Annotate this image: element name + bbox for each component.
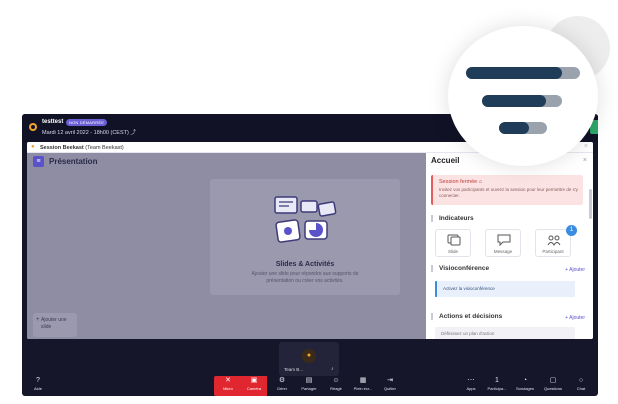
add-slide-label: Ajouter une slide bbox=[41, 317, 67, 330]
plus-icon: + bbox=[36, 317, 40, 323]
people-icon: 1 bbox=[495, 377, 499, 384]
mic-icon: ♪ bbox=[331, 366, 334, 372]
presentation-panel: ≡ Présentation Slides & Activités Ajoute… bbox=[27, 153, 426, 339]
slides-empty-card[interactable]: Slides & Activités Ajouter une slide pou… bbox=[210, 179, 400, 295]
toolbar-quit[interactable]: ⇥ Quitter bbox=[377, 376, 403, 396]
beekast-small-icon: ● bbox=[31, 144, 35, 150]
toolbar-fullscreen[interactable]: ▦ Plein écr... bbox=[350, 376, 376, 396]
add-action-link[interactable]: + Ajouter bbox=[565, 315, 585, 321]
slides-illustration-icon bbox=[274, 196, 337, 243]
help-icon: ? bbox=[36, 377, 40, 384]
share-icon: ▤ bbox=[305, 377, 313, 384]
collapse-icon[interactable]: × bbox=[583, 157, 587, 164]
toolbar-help[interactable]: ? Aide bbox=[25, 376, 51, 396]
hamburger-menu-bubble[interactable] bbox=[448, 26, 598, 166]
beekast-logo-icon bbox=[29, 123, 37, 131]
indicator-participant[interactable]: Participant bbox=[535, 229, 571, 257]
toolbar-questions[interactable]: ▢ Questions bbox=[540, 376, 566, 396]
avatar: ● bbox=[302, 349, 316, 363]
session-date[interactable]: Mardi 12 avril 2022 - 18h00 (CEST) ⤴ bbox=[42, 128, 136, 136]
status-badge: NON DÉMARRÉE bbox=[66, 118, 108, 126]
toolbar-share[interactable]: ▤ Partager bbox=[296, 376, 322, 396]
session-name: testtest bbox=[42, 119, 64, 125]
slides-card-description: Ajouter une slide pour répondre aux supp… bbox=[251, 271, 359, 284]
mic-off-icon: ✕ bbox=[225, 377, 231, 384]
actions-heading: Actions et décisions bbox=[431, 313, 502, 320]
presentation-title: Présentation bbox=[49, 157, 98, 166]
screenshot-stage: testtest NON DÉMARRÉE Mardi 12 avril 202… bbox=[0, 0, 618, 404]
menu-line bbox=[482, 95, 546, 107]
exit-icon: ⇥ bbox=[387, 377, 393, 384]
home-panel-title: Accueil bbox=[431, 156, 460, 165]
toolbar-chat[interactable]: ○ Chat bbox=[568, 376, 594, 396]
toolbar-participants[interactable]: 1 Participa... bbox=[484, 376, 510, 396]
home-panel: Accueil × Session fermée ⌂ Invitez vos p… bbox=[427, 153, 593, 339]
fullscreen-icon: ▦ bbox=[359, 377, 367, 384]
session-window-title: Session Beekast (Team Beekast) bbox=[40, 144, 124, 151]
camera-tile[interactable]: ● Team B... ♪ bbox=[279, 342, 339, 376]
emoji-icon: ☺ bbox=[332, 377, 340, 384]
add-slide-button[interactable]: + Ajouter une slide bbox=[33, 313, 77, 337]
bottom-toolbar: ? Aide ✕ Micro ▣ Caméra ⚙ Gérer ▤ Partag… bbox=[22, 376, 598, 396]
indicator-label: Message bbox=[493, 249, 513, 254]
slide-icon bbox=[447, 234, 461, 246]
participant-name: Team B... bbox=[284, 367, 304, 372]
toolbar-apps[interactable]: ⋯ Apps bbox=[458, 376, 484, 396]
enable-videoconference-button[interactable]: Activez la visioconférence bbox=[435, 281, 575, 297]
add-videoconference-link[interactable]: + Ajouter bbox=[565, 267, 585, 273]
close-icon[interactable]: × bbox=[584, 143, 588, 150]
chat-icon: ○ bbox=[578, 377, 584, 384]
panel-scrollbar[interactable] bbox=[589, 189, 592, 219]
gear-icon: ⚙ bbox=[278, 377, 286, 384]
indicator-label: Participant bbox=[542, 249, 564, 254]
enable-videoconference-label: Activez la visioconférence bbox=[443, 286, 495, 291]
menu-icon[interactable]: ≡ bbox=[33, 156, 44, 167]
session-closed-title: Session fermée ⌂ bbox=[439, 179, 483, 185]
toolbar-micro[interactable]: ✕ Micro bbox=[215, 376, 241, 396]
action-plan-placeholder: Définissez un plan d'action bbox=[441, 331, 495, 336]
camera-off-icon: ▣ bbox=[250, 377, 258, 384]
participants-icon bbox=[547, 235, 561, 246]
indicator-slide[interactable]: Slide bbox=[435, 229, 471, 257]
question-icon: ▢ bbox=[549, 377, 557, 384]
toolbar-react[interactable]: ☺ Réagir bbox=[323, 376, 349, 396]
indicator-message[interactable]: Message bbox=[485, 229, 521, 257]
indicator-label: Slide bbox=[447, 249, 458, 254]
toolbar-polls[interactable]: ◔ Sondages bbox=[512, 376, 538, 396]
toolbar-manage[interactable]: ⚙ Gérer bbox=[269, 376, 295, 396]
session-closed-alert: Session fermée ⌂ Invitez vos participant… bbox=[431, 175, 583, 205]
poll-icon: ◔ bbox=[522, 377, 528, 384]
videoconference-heading: Visioconférence bbox=[431, 265, 489, 272]
menu-line bbox=[499, 122, 529, 134]
session-window: ● Session Beekast (Team Beekast) × ≡ Pré… bbox=[27, 142, 593, 339]
session-closed-description: Invitez vos participants et ouvrez la se… bbox=[439, 187, 578, 198]
help-badge[interactable]: 1 bbox=[566, 225, 577, 236]
message-icon bbox=[497, 234, 511, 246]
menu-line bbox=[466, 67, 562, 79]
action-plan-input[interactable]: Définissez un plan d'action bbox=[435, 327, 575, 339]
slides-card-title: Slides & Activités bbox=[275, 261, 335, 268]
more-icon: ⋯ bbox=[467, 377, 475, 384]
toolbar-camera[interactable]: ▣ Caméra bbox=[241, 376, 267, 396]
indicators-heading: Indicateurs bbox=[431, 215, 474, 222]
